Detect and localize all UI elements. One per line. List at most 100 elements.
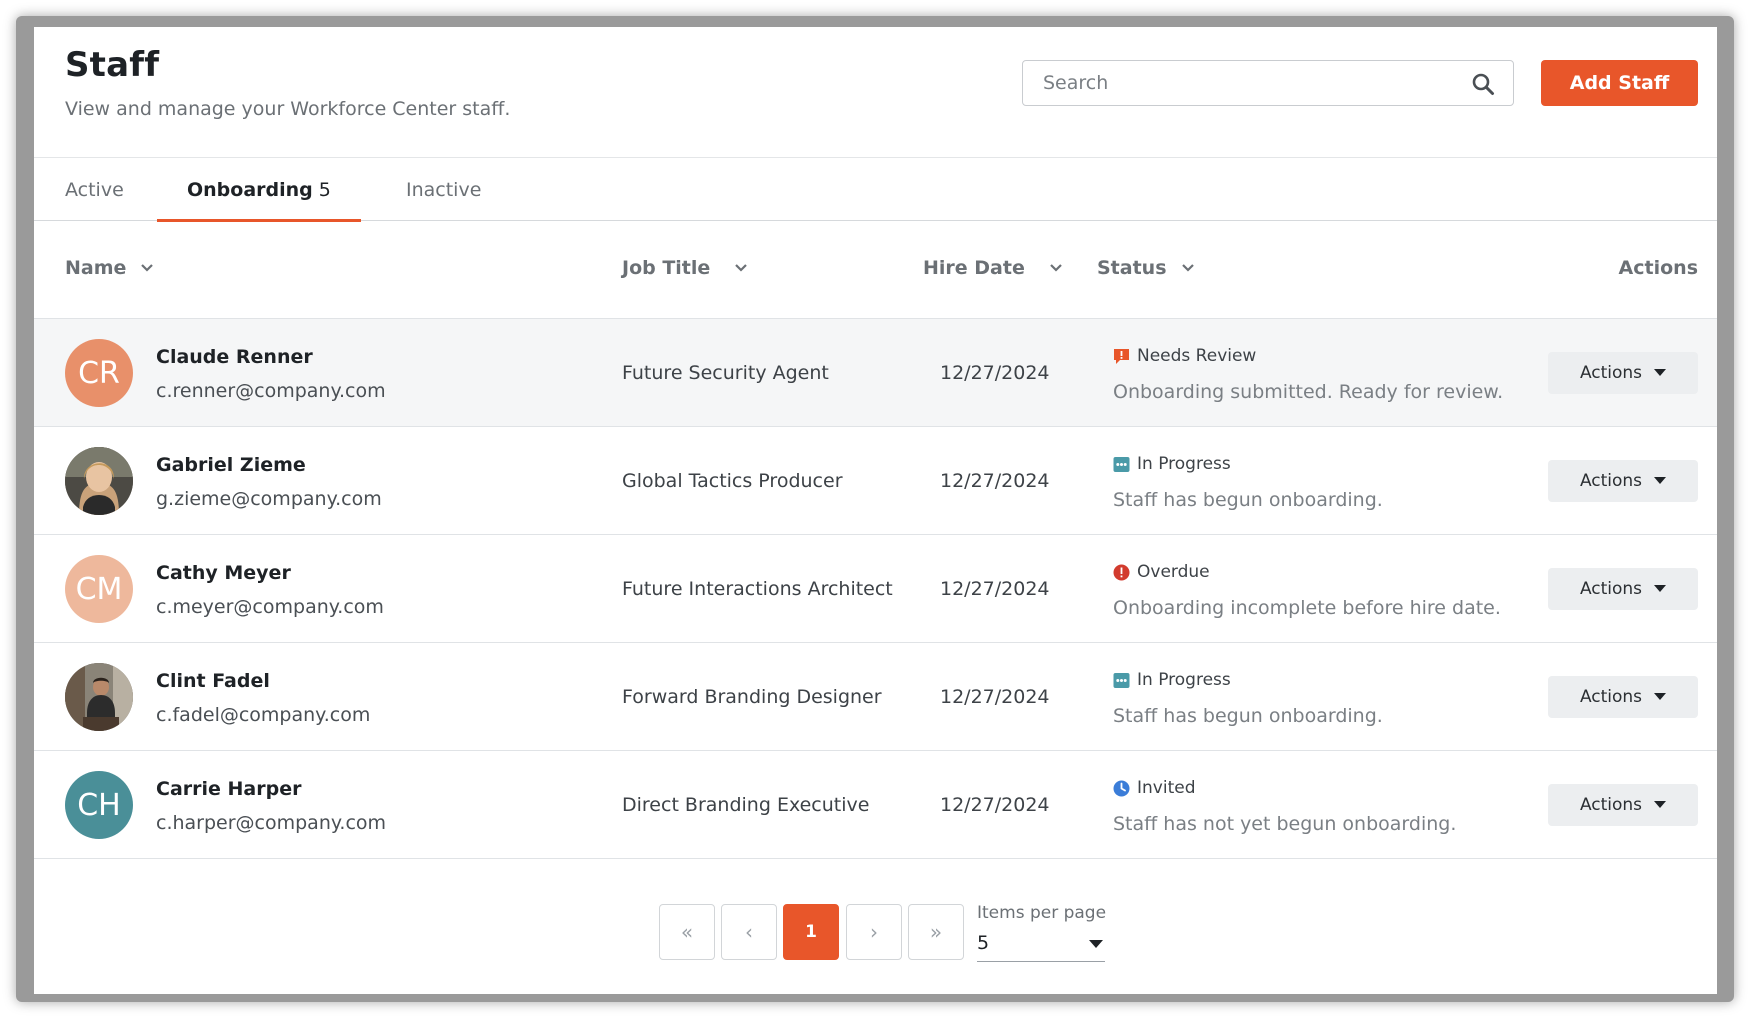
tab-count-badge: 5 [318, 178, 331, 201]
row-actions-button[interactable]: Actions [1548, 460, 1698, 502]
status-badge: In Progress [1113, 670, 1231, 690]
avatar-initials: CM [75, 571, 123, 607]
avatar-initials: CH [77, 787, 121, 823]
status-text: Needs Review [1137, 346, 1257, 366]
hire-date: 12/27/2024 [940, 686, 1050, 708]
staff-panel: Staff View and manage your Workforce Cen… [34, 27, 1717, 994]
search-input[interactable] [1043, 70, 1443, 96]
table-header: Name Job Title Hire Date Status Actions [34, 221, 1717, 319]
column-label: Actions [1618, 257, 1698, 279]
staff-email: c.renner@company.com [156, 380, 386, 402]
staff-email: c.fadel@company.com [156, 704, 371, 726]
caret-down-icon [1654, 693, 1667, 700]
status-text: Overdue [1137, 562, 1210, 582]
staff-email: c.meyer@company.com [156, 596, 384, 618]
column-header-name[interactable]: Name [65, 257, 154, 279]
avatar: CH [65, 771, 133, 839]
hire-date: 12/27/2024 [940, 470, 1050, 492]
alert-circle-icon [1113, 564, 1130, 580]
status-badge: In Progress [1113, 454, 1231, 474]
status-text: In Progress [1137, 670, 1231, 690]
person-photo-icon [65, 663, 133, 731]
row-actions-button[interactable]: Actions [1548, 352, 1698, 394]
actions-label: Actions [1579, 363, 1643, 383]
row-actions-button[interactable]: Actions [1548, 676, 1698, 718]
tab-active[interactable]: Active [65, 158, 124, 221]
caret-down-icon [1654, 801, 1667, 808]
staff-name[interactable]: Carrie Harper [156, 778, 301, 800]
column-header-job-title[interactable]: Job Title [622, 257, 748, 279]
chevron-down-icon [1050, 264, 1062, 272]
status-description: Staff has not yet begun onboarding. [1113, 813, 1457, 835]
actions-label: Actions [1579, 687, 1643, 707]
search-box[interactable] [1022, 60, 1514, 106]
job-title: Future Security Agent [622, 362, 829, 384]
caret-down-icon [1654, 369, 1667, 376]
status-badge: Overdue [1113, 562, 1210, 582]
first-page-button[interactable]: « [659, 904, 715, 960]
status-badge: Needs Review [1113, 346, 1256, 366]
page-subtitle: View and manage your Workforce Center st… [65, 98, 511, 120]
items-per-page-label: Items per page [977, 903, 1107, 923]
column-header-hire-date[interactable]: Hire Date [923, 257, 1063, 279]
previous-page-button[interactable]: ‹ [721, 904, 777, 960]
hire-date: 12/27/2024 [940, 578, 1050, 600]
items-per-page-value: 5 [977, 932, 990, 954]
tab-inactive[interactable]: Inactive [406, 158, 481, 221]
table-row[interactable]: CR Claude Renner c.renner@company.com Fu… [34, 319, 1717, 427]
status-description: Staff has begun onboarding. [1113, 705, 1383, 727]
avatar [65, 447, 133, 515]
job-title: Global Tactics Producer [622, 470, 843, 492]
last-page-button[interactable]: » [908, 904, 964, 960]
avatar: CM [65, 555, 133, 623]
staff-name[interactable]: Cathy Meyer [156, 562, 291, 584]
table-row[interactable]: Gabriel Zieme g.zieme@company.com Global… [34, 427, 1717, 535]
actions-label: Actions [1579, 471, 1643, 491]
pagination: « ‹ 1 › » [34, 904, 1717, 960]
status-description: Onboarding submitted. Ready for review. [1113, 381, 1504, 403]
row-actions-button[interactable]: Actions [1548, 784, 1698, 826]
clock-icon [1113, 780, 1130, 796]
staff-email: g.zieme@company.com [156, 488, 382, 510]
ellipsis-chat-icon [1113, 672, 1130, 688]
page-number-button[interactable]: 1 [783, 904, 839, 960]
status-tabs: Active Onboarding 5 Inactive [34, 157, 1717, 222]
table-row[interactable]: CH Carrie Harper c.harper@company.com Di… [34, 751, 1717, 859]
actions-label: Actions [1579, 795, 1643, 815]
column-header-status[interactable]: Status [1097, 257, 1195, 279]
chevron-down-icon [1181, 264, 1194, 272]
tab-label: Active [65, 178, 124, 201]
status-description: Onboarding incomplete before hire date. [1113, 597, 1501, 619]
tab-onboarding[interactable]: Onboarding 5 [157, 158, 361, 222]
avatar: CR [65, 339, 133, 407]
caret-down-icon [1654, 477, 1667, 484]
page-header: Staff View and manage your Workforce Cen… [34, 27, 1717, 157]
job-title: Forward Branding Designer [622, 686, 882, 708]
job-title: Future Interactions Architect [622, 578, 893, 600]
staff-name[interactable]: Clint Fadel [156, 670, 270, 692]
table-row[interactable]: Clint Fadel c.fadel@company.com Forward … [34, 643, 1717, 751]
next-page-button[interactable]: › [846, 904, 902, 960]
person-photo-icon [65, 447, 133, 515]
review-flag-icon [1114, 348, 1129, 364]
column-label: Name [65, 257, 127, 279]
staff-name[interactable]: Gabriel Zieme [156, 454, 306, 476]
column-header-actions: Actions [1619, 257, 1698, 279]
chevron-down-icon [141, 264, 154, 272]
column-label: Job Title [622, 257, 711, 279]
status-text: Invited [1137, 778, 1196, 798]
caret-down-icon [1089, 940, 1103, 948]
items-per-page-select[interactable]: 5 [977, 930, 1105, 962]
ellipsis-chat-icon [1113, 456, 1130, 472]
column-label: Status [1097, 257, 1167, 279]
tab-label: Onboarding [187, 178, 313, 201]
search-icon[interactable] [1471, 72, 1495, 96]
add-staff-button[interactable]: Add Staff [1541, 60, 1698, 106]
avatar [65, 663, 133, 731]
tab-label: Inactive [406, 178, 482, 201]
table-row[interactable]: CM Cathy Meyer c.meyer@company.com Futur… [34, 535, 1717, 643]
hire-date: 12/27/2024 [940, 794, 1050, 816]
staff-name[interactable]: Claude Renner [156, 346, 313, 368]
row-actions-button[interactable]: Actions [1548, 568, 1698, 610]
actions-label: Actions [1579, 579, 1643, 599]
